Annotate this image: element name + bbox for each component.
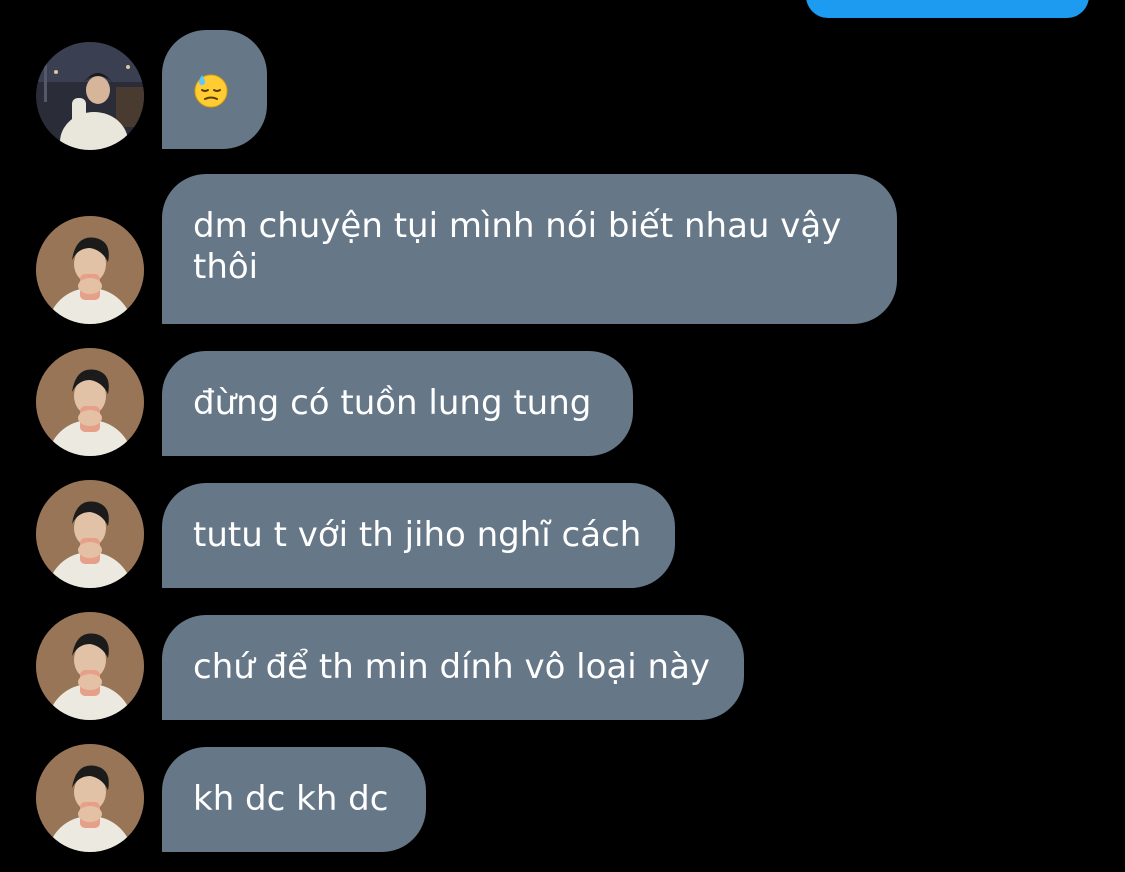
outgoing-message-bubble[interactable]	[806, 0, 1089, 18]
sender-avatar[interactable]	[36, 744, 144, 852]
message-text: đừng có tuồn lung tung	[193, 383, 592, 423]
message-text: tutu t với th jiho nghĩ cách	[193, 515, 642, 555]
message-bubble[interactable]: tutu t với th jiho nghĩ cách	[162, 483, 675, 588]
message-bubble[interactable]: kh dc kh dc	[162, 747, 426, 852]
message-text: dm chuyện tụi mình nói biết nhau vậy thô…	[193, 206, 842, 287]
downcast-face-with-sweat-emoji	[194, 74, 228, 108]
message-bubble[interactable]: chứ để th min dính vô loại này	[162, 615, 744, 720]
message-bubble[interactable]: dm chuyện tụi mình nói biết nhau vậy thô…	[162, 174, 897, 324]
message-text: chứ để th min dính vô loại này	[193, 647, 711, 687]
sender-avatar[interactable]	[36, 612, 144, 720]
message-bubble[interactable]: đừng có tuồn lung tung	[162, 351, 633, 456]
emoji-message-bubble[interactable]	[162, 30, 267, 149]
sender-avatar[interactable]	[36, 216, 144, 324]
sender-avatar[interactable]	[36, 480, 144, 588]
message-text: kh dc kh dc	[193, 779, 389, 819]
sender-avatar[interactable]	[36, 348, 144, 456]
sender-avatar-alt[interactable]	[36, 42, 144, 150]
